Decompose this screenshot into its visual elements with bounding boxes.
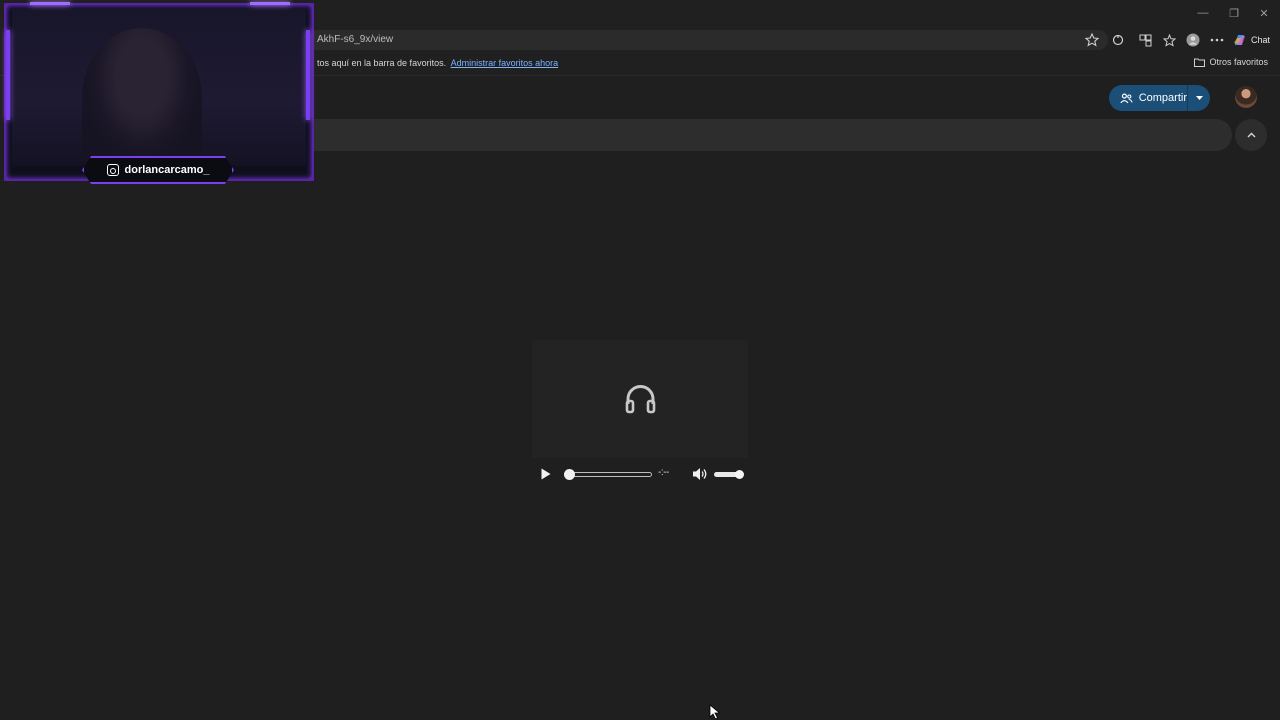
instagram-icon — [106, 164, 119, 176]
share-button-group: Compartir — [1109, 85, 1210, 111]
restore-button[interactable]: ❐ — [1219, 4, 1249, 22]
webcam-video — [12, 8, 306, 166]
neon-accent-left — [6, 30, 10, 120]
progress-slider[interactable] — [564, 469, 652, 480]
profile-icon[interactable] — [1185, 32, 1201, 48]
volume-icon[interactable] — [692, 467, 708, 481]
viewer-toolbar-bar — [310, 119, 1232, 151]
time-display: -:-- — [658, 467, 669, 478]
copilot-icon — [1234, 35, 1245, 45]
favorites-icon[interactable] — [1161, 32, 1177, 48]
people-icon — [1120, 93, 1133, 103]
share-options-button[interactable] — [1188, 96, 1210, 100]
play-icon[interactable] — [541, 468, 551, 480]
neon-accent-top-left — [30, 2, 70, 5]
volume-knob[interactable] — [735, 470, 744, 479]
favorites-hint-text: tos aquí en la barra de favoritos. — [317, 58, 447, 68]
copilot-chat-button[interactable]: Chat — [1232, 31, 1270, 49]
headphones-icon — [625, 385, 656, 414]
extensions-icon[interactable] — [1110, 32, 1126, 48]
url-text: AkhF-s6_9x/view — [317, 34, 394, 45]
chevron-up-icon — [1247, 132, 1255, 138]
collapse-button[interactable] — [1235, 119, 1267, 151]
audio-player: -:-- — [532, 462, 748, 486]
chat-label: Chat — [1251, 35, 1271, 45]
share-label: Compartir — [1138, 92, 1187, 104]
account-avatar[interactable] — [1235, 86, 1257, 108]
collections-icon[interactable] — [1137, 32, 1153, 48]
more-options-icon[interactable] — [1209, 32, 1225, 48]
audio-preview-card — [532, 340, 748, 458]
share-button[interactable]: Compartir — [1109, 85, 1187, 111]
close-window-button[interactable]: ✕ — [1249, 4, 1279, 22]
minimize-button[interactable]: — — [1188, 4, 1218, 22]
manage-favorites-link[interactable]: Administrar favoritos ahora — [451, 58, 559, 68]
caret-down-icon — [1195, 96, 1203, 100]
address-bar[interactable]: AkhF-s6_9x/view — [300, 30, 1108, 50]
other-favorites-label: Otros favoritos — [1209, 57, 1268, 67]
progress-knob[interactable] — [564, 469, 575, 480]
webcam-handle-label: dorlancarcamo_ — [82, 156, 234, 184]
webcam-handle: dorlancarcamo_ — [124, 164, 210, 176]
streamer-silhouette — [82, 28, 202, 166]
neon-accent-top-right — [250, 2, 290, 5]
neon-accent-right — [306, 30, 310, 120]
other-favorites-folder[interactable]: Otros favoritos — [1194, 57, 1268, 67]
mouse-cursor-icon — [709, 704, 721, 720]
webcam-overlay: dorlancarcamo_ — [0, 0, 317, 186]
favorite-star-icon[interactable] — [1084, 32, 1100, 48]
favorites-hint: tos aquí en la barra de favoritos. Admin… — [317, 58, 558, 68]
folder-icon — [1194, 58, 1206, 67]
